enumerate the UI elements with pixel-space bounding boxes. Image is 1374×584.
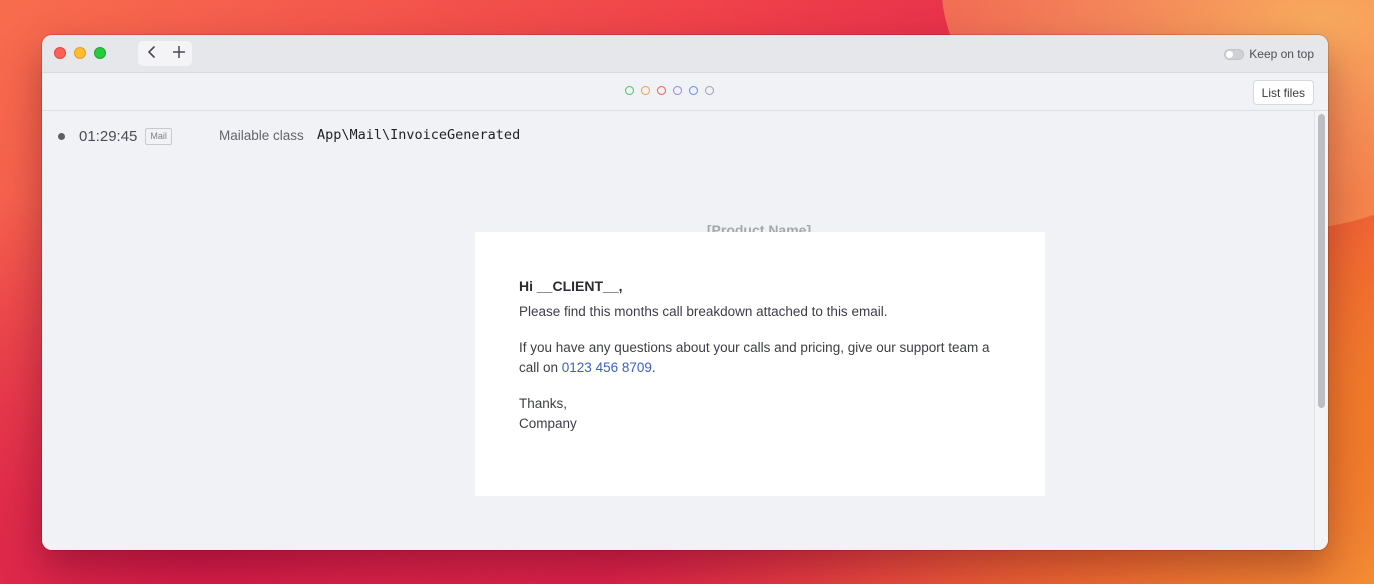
entry-time: 01:29:45: [79, 127, 138, 145]
entry-bullet: [58, 132, 65, 140]
phone-link[interactable]: 0123 456 8709: [562, 360, 652, 375]
main-content: 01:29:45 Mail Mailable class App\Mail\In…: [42, 111, 1314, 550]
toolbar: List files: [42, 73, 1328, 111]
keep-on-top-control[interactable]: Keep on top: [1224, 47, 1314, 61]
minimize-window-button[interactable]: [74, 47, 86, 59]
filter-dot-blue[interactable]: [689, 86, 698, 95]
filter-dot-purple[interactable]: [673, 86, 682, 95]
back-button[interactable]: [138, 41, 165, 66]
desktop-wallpaper: Keep on top List files 01:29:45 Mail Mai…: [0, 0, 1374, 584]
email-greeting: Hi __CLIENT__,: [519, 278, 623, 294]
entry-type-badge: Mail: [145, 127, 172, 145]
keep-on-top-toggle[interactable]: [1224, 48, 1245, 60]
add-button[interactable]: [165, 41, 192, 66]
entry-header: 01:29:45 Mail: [58, 125, 172, 147]
chevron-left-icon: [147, 46, 157, 61]
maximize-window-button[interactable]: [94, 47, 106, 59]
vertical-scrollbar[interactable]: [1314, 111, 1328, 550]
keep-on-top-label: Keep on top: [1249, 47, 1314, 61]
mailable-class-value: App\Mail\InvoiceGenerated: [317, 127, 521, 143]
filter-dot-green[interactable]: [625, 86, 634, 95]
email-company: Company: [519, 416, 577, 431]
close-window-button[interactable]: [54, 47, 66, 59]
list-files-button[interactable]: List files: [1252, 80, 1314, 105]
filter-dot-gray[interactable]: [705, 86, 714, 95]
scrollbar-thumb[interactable]: [1318, 114, 1325, 408]
email-paragraph-2: If you have any questions about your cal…: [519, 338, 1001, 378]
plus-icon: [172, 45, 185, 61]
filter-dot-red[interactable]: [657, 86, 666, 95]
nav-button-group: [138, 41, 192, 66]
app-window: Keep on top List files 01:29:45 Mail Mai…: [42, 35, 1328, 550]
email-paragraph-2-end: .: [651, 360, 656, 375]
filter-dot-orange[interactable]: [641, 86, 650, 95]
mailable-class-label: Mailable class: [219, 128, 304, 143]
color-filter-dots: [625, 86, 714, 95]
email-preview-card: Hi __CLIENT__, Please find this months c…: [475, 232, 1045, 496]
email-paragraph-1: Please find this months call breakdown a…: [519, 304, 888, 319]
email-sign-off: Thanks,: [519, 396, 568, 411]
toggle-knob: [1226, 50, 1234, 58]
title-bar: Keep on top: [42, 35, 1328, 73]
